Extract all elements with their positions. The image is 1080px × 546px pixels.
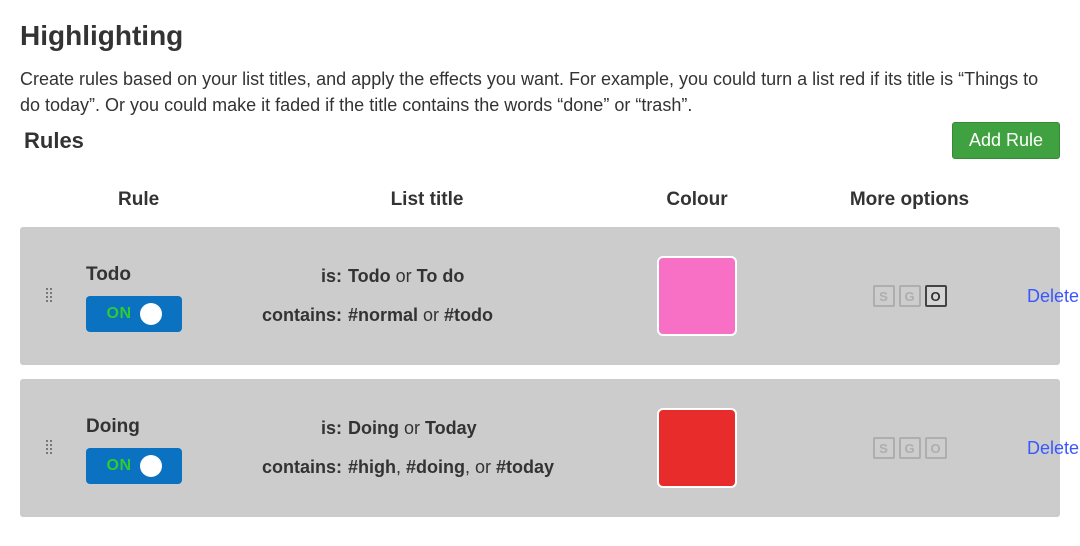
colour-swatch[interactable]: [657, 256, 737, 336]
column-header-title: List title: [252, 189, 602, 211]
rule-enabled-toggle[interactable]: ON: [86, 296, 182, 332]
condition-contains-value: #normal or #todo: [348, 305, 493, 326]
condition-contains-value: #high, #doing, or #today: [348, 457, 554, 478]
rules-header: Rules Add Rule: [20, 122, 1060, 159]
condition-contains-label: contains:: [256, 305, 348, 326]
rule-row: Todo ON is: Todo or To do contains: #nor…: [20, 227, 1060, 365]
drag-handle-icon[interactable]: [46, 440, 58, 456]
column-header-options: More options: [792, 189, 1027, 211]
page-title: Highlighting: [20, 20, 1060, 52]
drag-handle-icon[interactable]: [46, 288, 58, 304]
column-header-colour: Colour: [602, 189, 792, 211]
toggle-on-label: ON: [107, 457, 132, 475]
condition-is-value: Doing or Today: [348, 418, 477, 439]
rule-enabled-toggle[interactable]: ON: [86, 448, 182, 484]
condition-contains-label: contains:: [256, 457, 348, 478]
option-o-button[interactable]: O: [925, 285, 947, 307]
delete-link[interactable]: Delete: [1027, 286, 1079, 306]
condition-is-label: is:: [256, 266, 348, 287]
column-header-rule: Rule: [82, 189, 252, 211]
rule-row: Doing ON is: Doing or Today contains: #h…: [20, 379, 1060, 517]
condition-is-value: Todo or To do: [348, 266, 464, 287]
toggle-knob: [140, 455, 162, 477]
option-g-button[interactable]: G: [899, 437, 921, 459]
option-s-button[interactable]: S: [873, 437, 895, 459]
rule-name: Todo: [86, 264, 252, 286]
table-header-row: Rule List title Colour More options: [20, 189, 1060, 227]
option-s-button[interactable]: S: [873, 285, 895, 307]
add-rule-button[interactable]: Add Rule: [952, 122, 1060, 159]
intro-text: Create rules based on your list titles, …: [20, 66, 1060, 118]
condition-is-label: is:: [256, 418, 348, 439]
option-g-button[interactable]: G: [899, 285, 921, 307]
toggle-on-label: ON: [107, 305, 132, 323]
rule-name: Doing: [86, 416, 252, 438]
toggle-knob: [140, 303, 162, 325]
colour-swatch[interactable]: [657, 408, 737, 488]
option-o-button[interactable]: O: [925, 437, 947, 459]
rules-heading: Rules: [20, 128, 84, 154]
delete-link[interactable]: Delete: [1027, 438, 1079, 458]
